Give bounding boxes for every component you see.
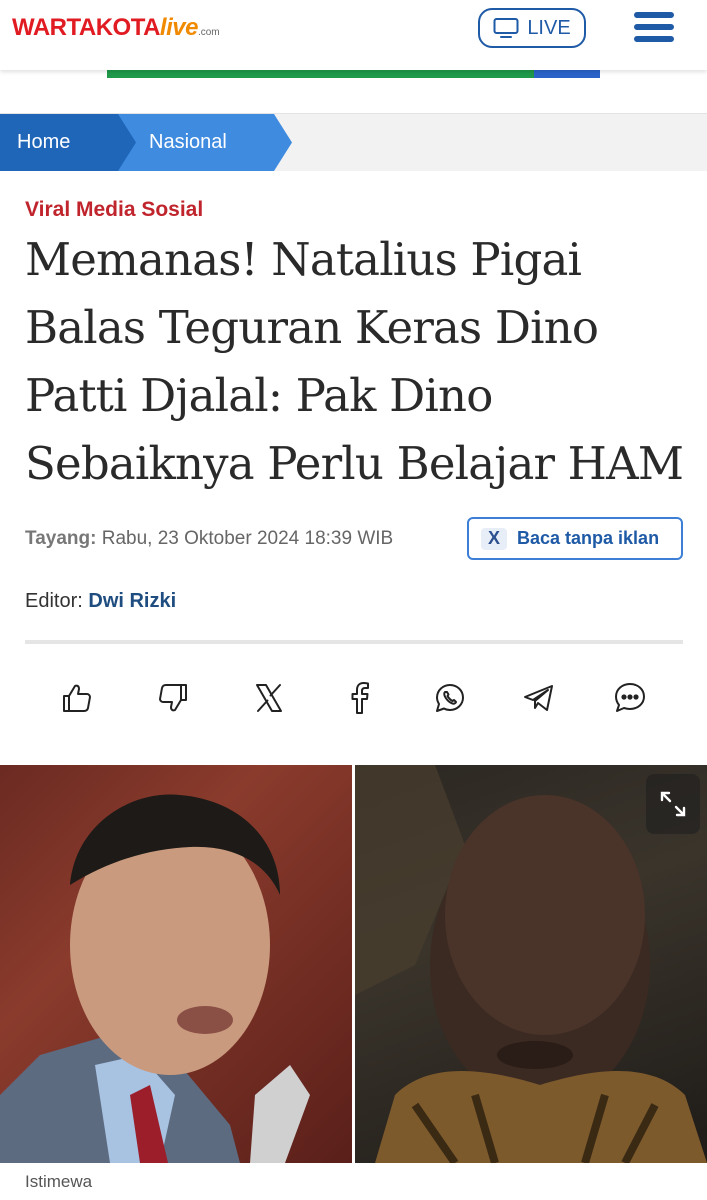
article-title: Memanas! Natalius Pigai Balas Teguran Ke… [25, 233, 684, 490]
live-button[interactable]: LIVE [478, 8, 586, 48]
thumbs-down-icon [159, 684, 187, 712]
telegram-icon [524, 685, 553, 711]
publish-date: Rabu, 23 Oktober 2024 18:39 WIB [101, 528, 394, 549]
logo-brand: WARTAKOTA [12, 14, 160, 41]
x-icon [256, 684, 282, 712]
publish-info: Tayang: Rabu, 23 Oktober 2024 18:39 WIB [25, 528, 393, 550]
logo-live: live [159, 14, 199, 41]
thumbs-up-icon [63, 684, 91, 712]
breadcrumb-nasional[interactable]: Nasional [116, 114, 292, 171]
facebook-icon [351, 682, 369, 714]
site-logo[interactable]: WARTAKOTAlive.com [12, 14, 220, 42]
comment-icon [615, 683, 645, 712]
logo-domain: .com [197, 27, 220, 38]
ad-banner-green-bar [107, 70, 534, 78]
editor-name[interactable]: Dwi Rizki [88, 590, 176, 612]
person-portrait-left [0, 794, 310, 1163]
expand-icon [660, 791, 686, 817]
share-facebook-button[interactable] [338, 676, 382, 720]
image-caption: Istimewa [25, 1172, 93, 1191]
comment-button[interactable] [608, 676, 652, 720]
ad-banner-blue-bar [534, 70, 600, 78]
hamburger-menu-icon[interactable] [634, 12, 674, 46]
share-whatsapp-button[interactable] [428, 676, 472, 720]
editor-label: Editor: [25, 590, 83, 612]
breadcrumb: Home Nasional [0, 113, 707, 171]
article-image-left-person [0, 765, 352, 1163]
read-without-ads-label: Baca tanpa iklan [517, 528, 660, 548]
article-image[interactable] [0, 765, 707, 1163]
share-telegram-button[interactable] [517, 676, 561, 720]
breadcrumb-home[interactable]: Home [0, 114, 136, 171]
live-button-label: LIVE [527, 16, 571, 39]
editor-info: Editor: Dwi Rizki [25, 590, 176, 613]
like-button[interactable] [55, 676, 99, 720]
publish-label: Tayang: [25, 528, 97, 549]
divider [25, 640, 683, 644]
whatsapp-icon [436, 684, 464, 712]
dislike-button[interactable] [151, 676, 195, 720]
read-without-ads-button[interactable]: X Baca tanpa iklan [467, 517, 683, 560]
expand-image-button[interactable] [646, 774, 700, 834]
tv-icon [493, 18, 519, 38]
article-category[interactable]: Viral Media Sosial [25, 198, 203, 222]
x-logo-icon: X [481, 527, 507, 550]
share-x-button[interactable] [247, 676, 291, 720]
